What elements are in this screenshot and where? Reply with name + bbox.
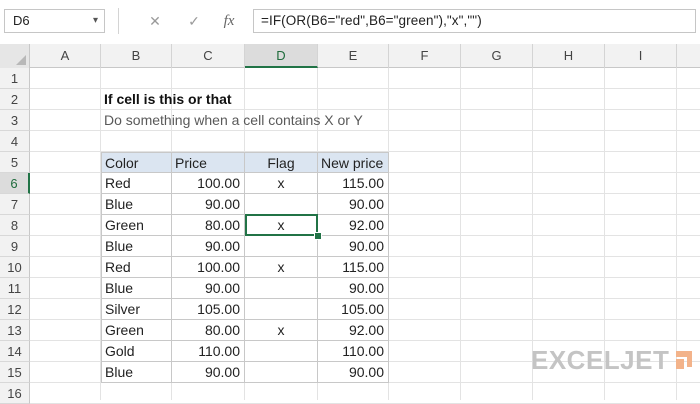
- table-cell-new-price[interactable]: 90.00: [318, 278, 389, 299]
- table-cell-new-price[interactable]: 92.00: [318, 215, 389, 236]
- sheet-title[interactable]: If cell is this or that: [101, 89, 421, 110]
- table-cell-price[interactable]: 80.00: [172, 215, 245, 236]
- formula-input[interactable]: =IF(OR(B6="red",B6="green"),"x",""): [253, 9, 696, 33]
- table-header-new-price[interactable]: New price: [318, 152, 389, 173]
- column-header-row: ABCDEFGHI: [0, 44, 700, 68]
- gridline-v: [460, 68, 461, 400]
- row-header-1[interactable]: 1: [0, 68, 30, 89]
- table-cell-flag[interactable]: [245, 278, 318, 299]
- formula-bar-divider: [118, 8, 119, 34]
- chevron-down-icon[interactable]: ▾: [93, 15, 98, 26]
- column-header-b[interactable]: B: [101, 44, 172, 68]
- row-header-4[interactable]: 4: [0, 131, 30, 152]
- column-header-c[interactable]: C: [172, 44, 245, 68]
- table-cell-price[interactable]: 80.00: [172, 320, 245, 341]
- table-cell-price[interactable]: 90.00: [172, 278, 245, 299]
- row-header-14[interactable]: 14: [0, 341, 30, 362]
- cancel-icon[interactable]: ✕: [144, 10, 166, 32]
- row-header-13[interactable]: 13: [0, 320, 30, 341]
- table-cell-price[interactable]: 90.00: [172, 236, 245, 257]
- table-cell-color[interactable]: Green: [101, 320, 172, 341]
- column-header-e[interactable]: E: [318, 44, 389, 68]
- enter-icon[interactable]: ✓: [183, 10, 205, 32]
- table-cell-new-price[interactable]: 90.00: [318, 236, 389, 257]
- row-header-3[interactable]: 3: [0, 110, 30, 131]
- table-cell-new-price[interactable]: 92.00: [318, 320, 389, 341]
- formula-bar: D6 ▾ ✕ ✓ fx =IF(OR(B6="red",B6="green"),…: [0, 0, 700, 44]
- table-cell-color[interactable]: Blue: [101, 194, 172, 215]
- row-header-6[interactable]: 6: [0, 173, 30, 194]
- table-cell-flag[interactable]: x: [245, 257, 318, 278]
- column-header-a[interactable]: A: [30, 44, 101, 68]
- table-cell-new-price[interactable]: 115.00: [318, 173, 389, 194]
- row-header-10[interactable]: 10: [0, 257, 30, 278]
- row-header-2[interactable]: 2: [0, 89, 30, 110]
- column-header-g[interactable]: G: [461, 44, 533, 68]
- table-cell-flag[interactable]: [245, 194, 318, 215]
- row-header-7[interactable]: 7: [0, 194, 30, 215]
- table-cell-price[interactable]: 90.00: [172, 194, 245, 215]
- column-header-i[interactable]: I: [605, 44, 677, 68]
- table-cell-new-price[interactable]: 110.00: [318, 341, 389, 362]
- table-cell-flag[interactable]: [245, 299, 318, 320]
- formula-text: =IF(OR(B6="red",B6="green"),"x",""): [261, 13, 482, 28]
- table-cell-color[interactable]: Gold: [101, 341, 172, 362]
- sheet-subtitle[interactable]: Do something when a cell contains X or Y: [101, 110, 421, 131]
- name-box-value: D6: [13, 13, 30, 28]
- row-header-12[interactable]: 12: [0, 299, 30, 320]
- logo-mark-icon: [672, 349, 694, 371]
- table-cell-flag[interactable]: [245, 236, 318, 257]
- table-cell-price[interactable]: 105.00: [172, 299, 245, 320]
- table-cell-color[interactable]: Blue: [101, 236, 172, 257]
- table-cell-flag[interactable]: x: [245, 320, 318, 341]
- active-cell-border: [245, 214, 318, 236]
- insert-function-icon[interactable]: fx: [218, 10, 240, 32]
- row-header-15[interactable]: 15: [0, 362, 30, 383]
- table-cell-price[interactable]: 100.00: [172, 257, 245, 278]
- table-cell-new-price[interactable]: 115.00: [318, 257, 389, 278]
- row-header-9[interactable]: 9: [0, 236, 30, 257]
- table-cell-flag[interactable]: x: [245, 173, 318, 194]
- table-cell-flag[interactable]: [245, 341, 318, 362]
- name-box[interactable]: D6 ▾: [4, 9, 105, 33]
- row-header-16[interactable]: 16: [0, 383, 30, 404]
- fill-handle[interactable]: [314, 232, 322, 240]
- table-cell-color[interactable]: Red: [101, 257, 172, 278]
- table-cell-color[interactable]: Silver: [101, 299, 172, 320]
- table-cell-new-price[interactable]: 90.00: [318, 194, 389, 215]
- row-header-8[interactable]: 8: [0, 215, 30, 236]
- row-header-5[interactable]: 5: [0, 152, 30, 173]
- table-cell-color[interactable]: Red: [101, 173, 172, 194]
- table-cell-color[interactable]: Green: [101, 215, 172, 236]
- row-header-11[interactable]: 11: [0, 278, 30, 299]
- table-cell-price[interactable]: 90.00: [172, 362, 245, 383]
- table-cell-new-price[interactable]: 90.00: [318, 362, 389, 383]
- table-cell-price[interactable]: 100.00: [172, 173, 245, 194]
- table-header-color[interactable]: Color: [101, 152, 172, 173]
- table-header-price[interactable]: Price: [172, 152, 245, 173]
- table-cell-new-price[interactable]: 105.00: [318, 299, 389, 320]
- select-all-button[interactable]: [0, 44, 30, 68]
- table-cell-flag[interactable]: [245, 362, 318, 383]
- table-header-flag[interactable]: Flag: [245, 152, 318, 173]
- column-header-h[interactable]: H: [533, 44, 605, 68]
- exceljet-logo: EXCELJET: [531, 345, 694, 375]
- logo-text: EXCELJET: [531, 344, 670, 375]
- table-cell-price[interactable]: 110.00: [172, 341, 245, 362]
- column-header-f[interactable]: F: [389, 44, 461, 68]
- table-cell-color[interactable]: Blue: [101, 278, 172, 299]
- column-header-d[interactable]: D: [245, 44, 318, 68]
- table-cell-color[interactable]: Blue: [101, 362, 172, 383]
